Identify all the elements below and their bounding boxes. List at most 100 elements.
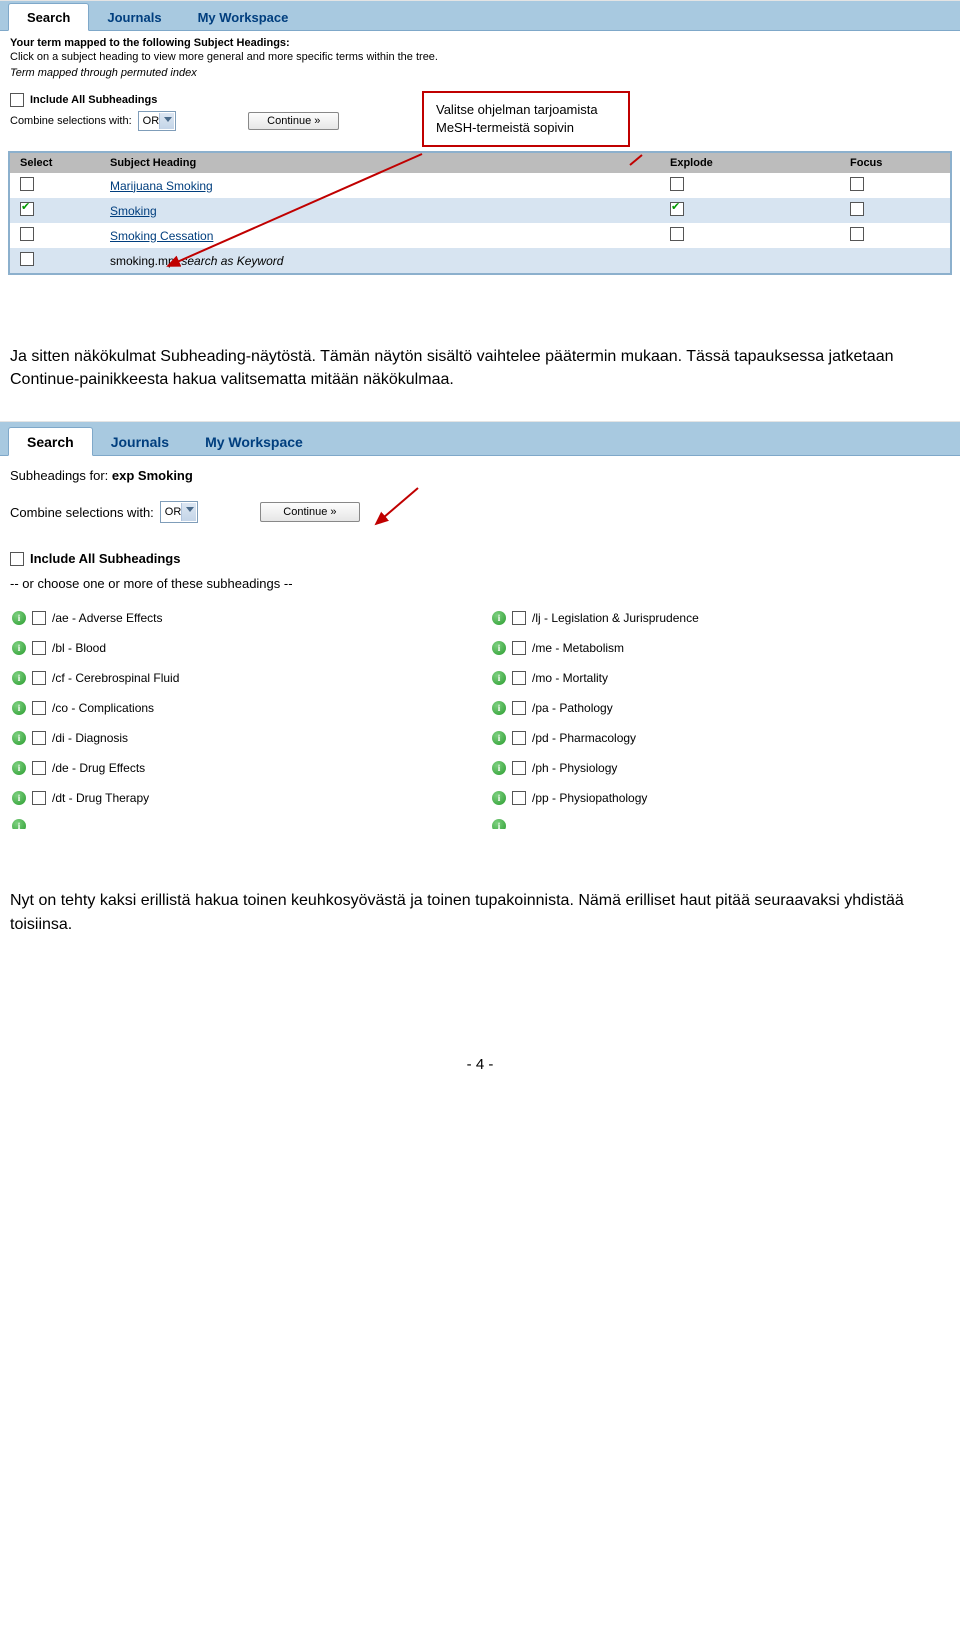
combine-select[interactable]: OR <box>160 501 199 523</box>
subject-link[interactable]: Smoking Cessation <box>110 229 213 243</box>
tab-journals[interactable]: Journals <box>89 4 179 30</box>
combine-value: OR <box>165 506 182 518</box>
subheading-item: i/ae - Adverse Effects <box>12 603 432 633</box>
info-icon[interactable]: i <box>492 671 506 685</box>
info-icon[interactable]: i <box>12 641 26 655</box>
table-row: Marijuana Smoking <box>10 173 950 198</box>
subheading-item: i/dt - Drug Therapy <box>12 783 432 813</box>
select-checkbox[interactable] <box>20 177 34 191</box>
chevron-down-icon <box>164 117 172 122</box>
explode-checkbox[interactable] <box>670 202 684 216</box>
subheading-checkbox[interactable] <box>512 761 526 775</box>
subheading-checkbox[interactable] <box>512 671 526 685</box>
subheading-checkbox[interactable] <box>512 641 526 655</box>
info-icon[interactable]: i <box>12 819 26 829</box>
info-icon[interactable]: i <box>492 611 506 625</box>
keyword-note: search as Keyword <box>181 254 283 268</box>
subheading-item: i/ph - Physiology <box>492 753 912 783</box>
subheading-item: i/pp - Physiopathology <box>492 783 912 813</box>
info-icon[interactable]: i <box>492 791 506 805</box>
th-explode: Explode <box>660 153 840 173</box>
continue-button[interactable]: Continue » <box>260 502 359 522</box>
tab-journals[interactable]: Journals <box>93 428 187 455</box>
combine-select[interactable]: OR <box>138 111 177 131</box>
subheading-label: /co - Complications <box>52 701 154 715</box>
info-icon[interactable]: i <box>492 761 506 775</box>
subheading-label: /ph - Physiology <box>532 761 617 775</box>
explode-checkbox[interactable] <box>670 177 684 191</box>
select-checkbox[interactable] <box>20 202 34 216</box>
include-all-label: Include All Subheadings <box>30 94 157 106</box>
tab-workspace[interactable]: My Workspace <box>187 428 321 455</box>
subheading-item: i/lj - Legislation & Jurisprudence <box>492 603 912 633</box>
subheading-label: /mo - Mortality <box>532 671 608 685</box>
info-icon[interactable]: i <box>492 701 506 715</box>
combine-value: OR <box>143 115 160 127</box>
subheading-item: i/co - Complications <box>12 693 432 723</box>
subheading-label: /dt - Drug Therapy <box>52 791 149 805</box>
subheading-item: i/de - Drug Effects <box>12 753 432 783</box>
subheading-label: /me - Metabolism <box>532 641 624 655</box>
subheading-checkbox[interactable] <box>512 701 526 715</box>
info-icon[interactable]: i <box>12 611 26 625</box>
subheading-item: i/pd - Pharmacology <box>492 723 912 753</box>
subheading-label: /pa - Pathology <box>532 701 613 715</box>
tab-search[interactable]: Search <box>8 427 93 456</box>
subheading-label: /cf - Cerebrospinal Fluid <box>52 671 179 685</box>
subheading-checkbox[interactable] <box>512 791 526 805</box>
focus-checkbox[interactable] <box>850 177 864 191</box>
subject-headings-table-wrap: Select Subject Heading Explode Focus Mar… <box>8 151 952 275</box>
select-checkbox[interactable] <box>20 252 34 266</box>
subheading-item: i/pa - Pathology <box>492 693 912 723</box>
subheading-checkbox[interactable] <box>512 611 526 625</box>
subheading-checkbox[interactable] <box>512 731 526 745</box>
subheading-label: /ae - Adverse Effects <box>52 611 163 625</box>
info-icon[interactable]: i <box>12 671 26 685</box>
table-header-row: Select Subject Heading Explode Focus <box>10 153 950 173</box>
select-checkbox[interactable] <box>20 227 34 241</box>
subheading-checkbox[interactable] <box>32 641 46 655</box>
tab-workspace[interactable]: My Workspace <box>180 4 307 30</box>
info-icon[interactable]: i <box>492 819 506 829</box>
info-icon[interactable]: i <box>492 641 506 655</box>
subheading-checkbox[interactable] <box>32 731 46 745</box>
subheading-item: i/di - Diagnosis <box>12 723 432 753</box>
info-icon[interactable]: i <box>492 731 506 745</box>
info-icon[interactable]: i <box>12 701 26 715</box>
subheading-label: /pd - Pharmacology <box>532 731 636 745</box>
info-icon[interactable]: i <box>12 731 26 745</box>
th-select: Select <box>10 153 100 173</box>
subheading-checkbox[interactable] <box>32 701 46 715</box>
subheading-checkbox[interactable] <box>32 761 46 775</box>
screenshot-subheadings: Search Journals My Workspace Subheadings… <box>0 421 960 829</box>
focus-checkbox[interactable] <box>850 202 864 216</box>
subheading-checkbox[interactable] <box>32 791 46 805</box>
subheading-item: i/bl - Blood <box>12 633 432 663</box>
chevron-down-icon <box>186 507 194 512</box>
include-all-label: Include All Subheadings <box>30 551 180 566</box>
subheadings-col-left: i/ae - Adverse Effectsi/bl - Bloodi/cf -… <box>12 603 432 813</box>
combine-label: Combine selections with: <box>10 115 132 127</box>
subheading-label: /pp - Physiopathology <box>532 791 647 805</box>
include-all-checkbox[interactable] <box>10 552 24 566</box>
subheading-item: i/cf - Cerebrospinal Fluid <box>12 663 432 693</box>
table-row: Smoking <box>10 198 950 223</box>
focus-checkbox[interactable] <box>850 227 864 241</box>
subject-link[interactable]: Smoking <box>110 204 157 218</box>
explode-checkbox[interactable] <box>670 227 684 241</box>
th-focus: Focus <box>840 153 950 173</box>
table-row: Smoking Cessation <box>10 223 950 248</box>
mapped-note: Term mapped through permuted index <box>10 67 950 79</box>
continue-button[interactable]: Continue » <box>248 112 339 130</box>
include-all-checkbox[interactable] <box>10 93 24 107</box>
subheading-checkbox[interactable] <box>32 611 46 625</box>
subject-link[interactable]: Marijuana Smoking <box>110 179 213 193</box>
screenshot-subject-headings: Search Journals My Workspace Your term m… <box>0 0 960 275</box>
subheading-checkbox[interactable] <box>32 671 46 685</box>
tab-search[interactable]: Search <box>8 3 89 31</box>
info-icon[interactable]: i <box>12 761 26 775</box>
subheadings-for-line: Subheadings for: exp Smoking <box>10 468 950 483</box>
info-icon[interactable]: i <box>12 791 26 805</box>
combine-label: Combine selections with: <box>10 505 154 520</box>
body-paragraph-2: Nyt on tehty kaksi erillistä hakua toine… <box>0 889 960 935</box>
